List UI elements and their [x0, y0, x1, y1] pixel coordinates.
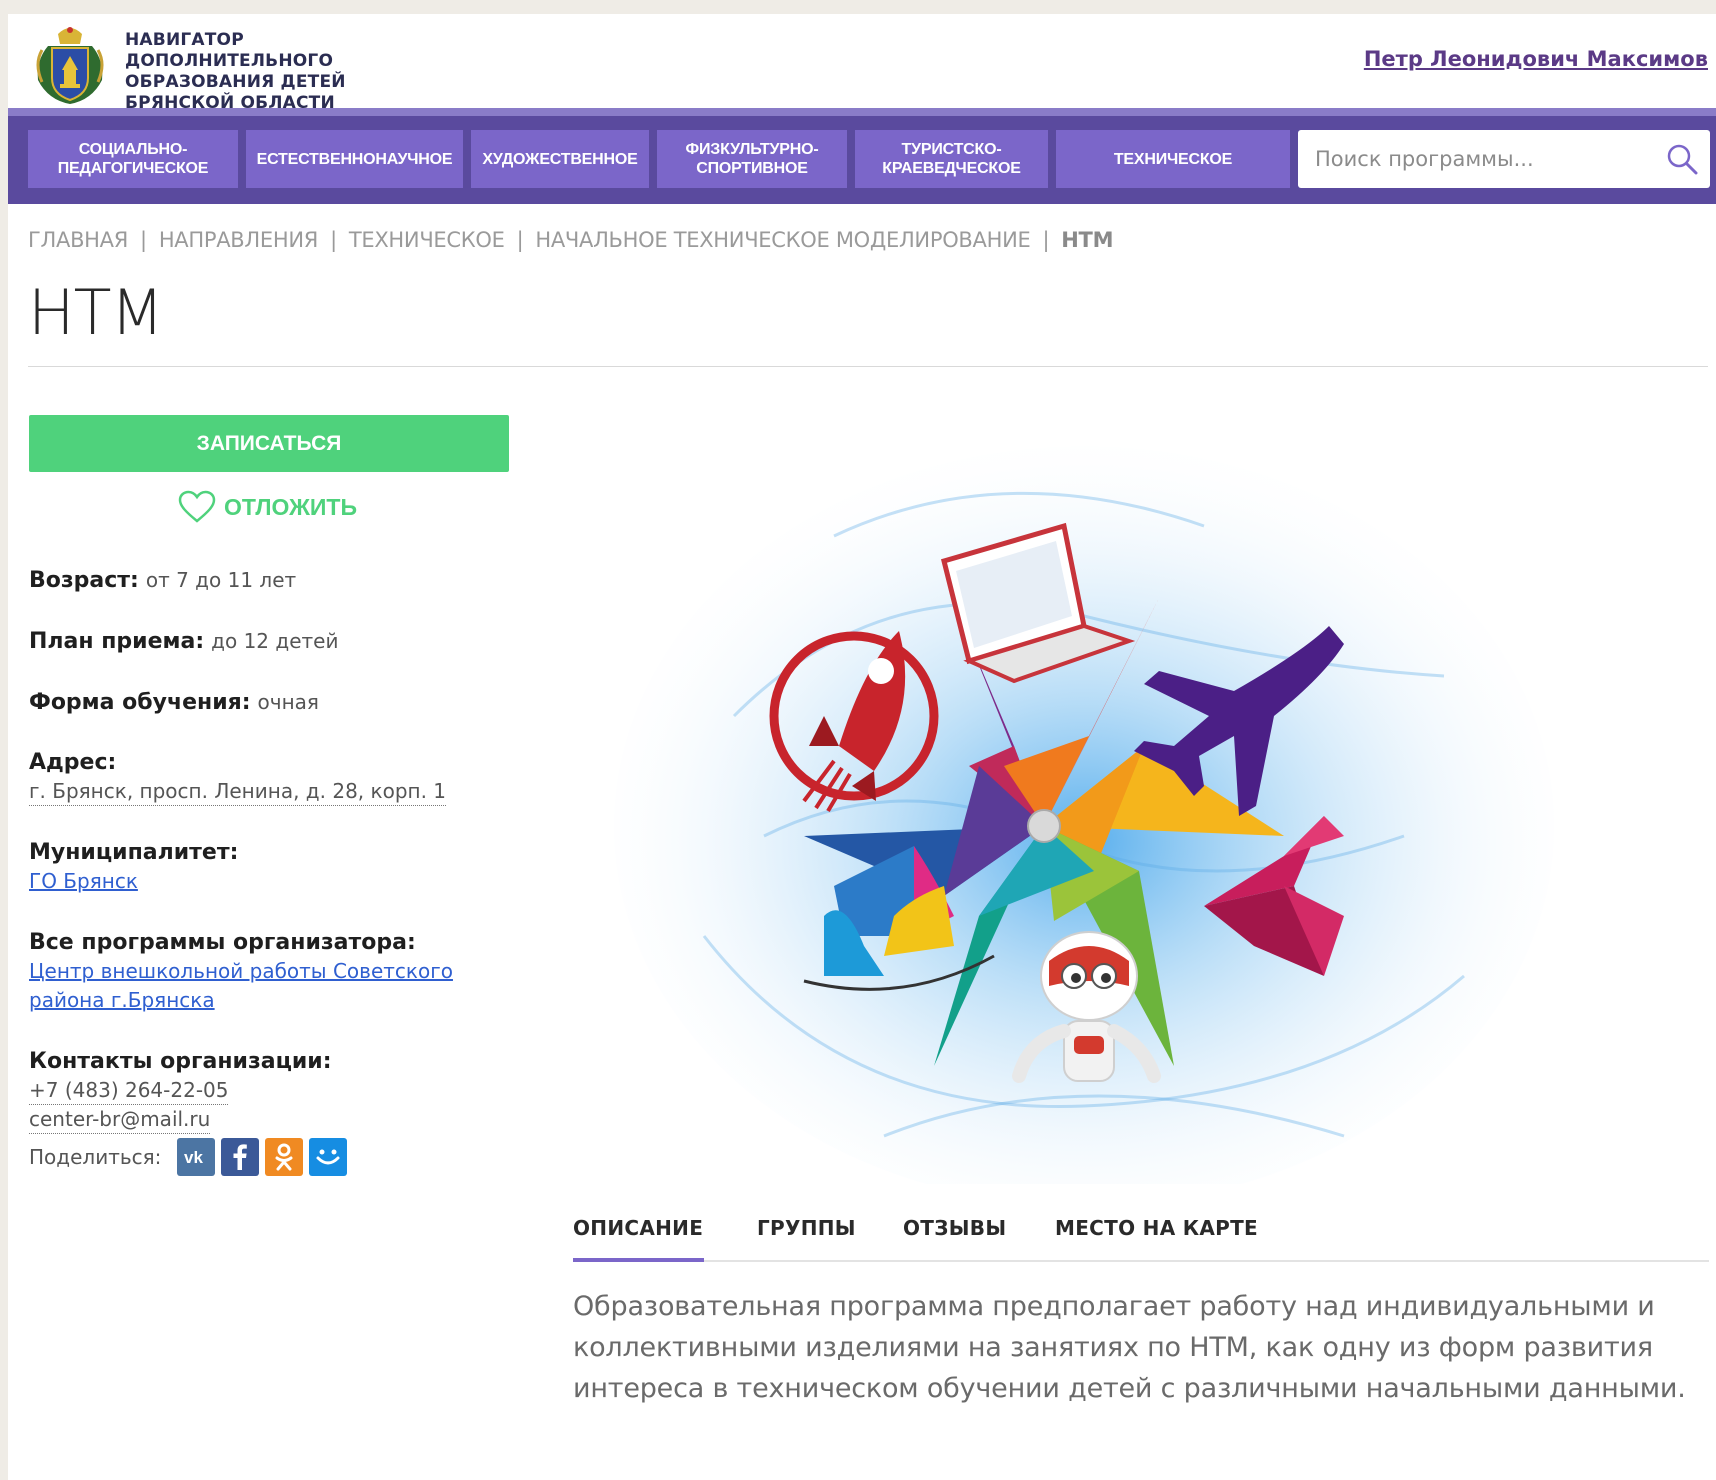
divider: [28, 366, 1708, 367]
program-illustration: [584, 416, 1604, 1184]
nav-item-artistic[interactable]: ХУДОЖЕСТВЕННОЕ: [471, 130, 649, 188]
breadcrumb-current: НТМ: [1061, 228, 1114, 252]
address-link[interactable]: г. Брянск, просп. Ленина, д. 28, корп. 1: [29, 777, 447, 806]
form-value: очная: [257, 690, 319, 714]
nav-item-technical[interactable]: ТЕХНИЧЕСКОЕ: [1056, 130, 1290, 188]
age-info: Возраст: от 7 до 11 лет: [29, 566, 296, 595]
breadcrumb-separator: |: [516, 228, 524, 252]
nav-item-label: ФИЗКУЛЬТУРНО-: [685, 141, 819, 158]
breadcrumb: ГЛАВНАЯ | НАПРАВЛЕНИЯ | ТЕХНИЧЕСКОЕ | НАЧАЛЬНО…: [28, 228, 1113, 252]
active-tab-indicator: [573, 1258, 704, 1262]
nav-item-label: ЕСТЕСТВЕННОНАУЧНОЕ: [256, 150, 453, 168]
program-tabs: ОПИСАНИЕ ГРУППЫ ОТЗЫВЫ МЕСТО НА КАРТЕ: [573, 1204, 1709, 1262]
form-info: Форма обучения: очная: [29, 688, 319, 717]
page-title: НТМ: [28, 276, 164, 349]
facebook-icon[interactable]: [221, 1138, 260, 1176]
breadcrumb-initial-technical-modeling[interactable]: НАЧАЛЬНОЕ ТЕХНИЧЕСКОЕ МОДЕЛИРОВАНИЕ: [535, 228, 1030, 252]
form-label: Форма обучения:: [29, 690, 251, 715]
heart-icon: [178, 490, 216, 523]
tab-map-location[interactable]: МЕСТО НА КАРТЕ: [1055, 1216, 1258, 1240]
breadcrumb-separator: |: [140, 228, 147, 252]
address-label: Адрес:: [29, 750, 117, 775]
nav-item-social-pedagogical[interactable]: СОЦИАЛЬНО- ПЕДАГОГИЧЕСКОЕ: [28, 130, 238, 188]
nav-item-label: ТЕХНИЧЕСКОЕ: [1113, 150, 1233, 168]
breadcrumb-home[interactable]: ГЛАВНАЯ: [28, 228, 128, 252]
nav-item-label: СОЦИАЛЬНО-: [78, 141, 188, 158]
postpone-button[interactable]: ОТЛОЖИТЬ: [178, 487, 357, 527]
tab-reviews[interactable]: ОТЗЫВЫ: [903, 1216, 1006, 1240]
nav-item-sports[interactable]: ФИЗКУЛЬТУРНО- СПОРТИВНОЕ: [657, 130, 847, 188]
organizer-info: Все программы организатора: Центр внешко…: [29, 929, 453, 1015]
plan-value: до 12 детей: [211, 629, 339, 653]
breadcrumb-directions[interactable]: НАПРАВЛЕНИЯ: [159, 228, 319, 252]
plan-info: План приема: до 12 детей: [29, 627, 338, 656]
municipality-label: Муниципалитет:: [29, 840, 239, 865]
bryansk-coat-of-arms-logo[interactable]: [28, 20, 112, 106]
enroll-button[interactable]: ЗАПИСАТЬСЯ: [29, 415, 509, 472]
plan-label: План приема:: [29, 629, 205, 654]
organizer-link-line: района г.Брянска: [29, 988, 215, 1012]
address-info: Адрес: г. Брянск, просп. Ленина, д. 28, …: [29, 749, 447, 806]
postpone-label: ОТЛОЖИТЬ: [224, 493, 357, 520]
nav-item-label: ТУРИСТСКО-: [901, 141, 1002, 158]
site-title[interactable]: НАВИГАТОР ДОПОЛНИТЕЛЬНОГО ОБРАЗОВАНИЯ ДЕ…: [125, 30, 455, 114]
breadcrumb-separator: |: [1042, 228, 1050, 252]
vk-icon[interactable]: vk: [177, 1138, 216, 1176]
search-box: [1298, 130, 1710, 188]
category-nav: СОЦИАЛЬНО- ПЕДАГОГИЧЕСКОЕ ЕСТЕСТВЕННОНАУЧ…: [8, 108, 1716, 204]
contacts-info: Контакты организации: +7 (483) 264-22-05…: [29, 1048, 348, 1176]
age-label: Возраст:: [29, 568, 139, 593]
organizer-label: Все программы организатора:: [29, 930, 416, 955]
nav-item-tourism[interactable]: ТУРИСТСКО- КРАЕВЕДЧЕСКОЕ: [855, 130, 1048, 188]
phone-link[interactable]: +7 (483) 264-22-05: [29, 1076, 229, 1105]
search-input[interactable]: [1298, 130, 1658, 188]
user-profile-link[interactable]: Петр Леонидович Максимов: [1364, 47, 1708, 71]
svg-text:vk: vk: [184, 1148, 203, 1166]
municipality-info: Муниципалитет: ГО Брянск: [29, 839, 238, 896]
contacts-label: Контакты организации:: [29, 1049, 332, 1074]
breadcrumb-separator: |: [330, 228, 337, 252]
share-label: Поделиться:: [29, 1145, 162, 1169]
nav-item-label: ПЕДАГОГИЧЕСКОЕ: [57, 160, 209, 177]
program-description: Образовательная программа предполагает р…: [573, 1291, 1686, 1404]
share-row: Поделиться: vk: [29, 1138, 348, 1176]
odnoklassniki-icon[interactable]: [265, 1138, 304, 1176]
header: НАВИГАТОР ДОПОЛНИТЕЛЬНОГО ОБРАЗОВАНИЯ ДЕ…: [8, 14, 1716, 113]
nav-item-label: СПОРТИВНОЕ: [696, 160, 808, 177]
organizer-link-line: Центр внешкольной работы Советского: [29, 959, 453, 983]
page: НАВИГАТОР ДОПОЛНИТЕЛЬНОГО ОБРАЗОВАНИЯ ДЕ…: [8, 14, 1716, 1480]
email-link[interactable]: center-br@mail.ru: [29, 1105, 211, 1134]
nav-item-label: КРАЕВЕДЧЕСКОЕ: [882, 160, 1021, 177]
nav-item-label: ХУДОЖЕСТВЕННОЕ: [482, 150, 638, 168]
nav-item-natural-science[interactable]: ЕСТЕСТВЕННОНАУЧНОЕ: [246, 130, 463, 188]
moi-mir-icon[interactable]: [309, 1138, 348, 1176]
municipality-link[interactable]: ГО Брянск: [29, 869, 138, 893]
tab-description[interactable]: ОПИСАНИЕ: [573, 1216, 703, 1240]
tab-groups[interactable]: ГРУППЫ: [757, 1216, 856, 1240]
search-icon[interactable]: [1666, 143, 1698, 175]
breadcrumb-technical[interactable]: ТЕХНИЧЕСКОЕ: [349, 228, 505, 252]
organizer-link[interactable]: Центр внешкольной работы Советского район…: [29, 959, 453, 1012]
age-value: от 7 до 11 лет: [145, 568, 297, 592]
